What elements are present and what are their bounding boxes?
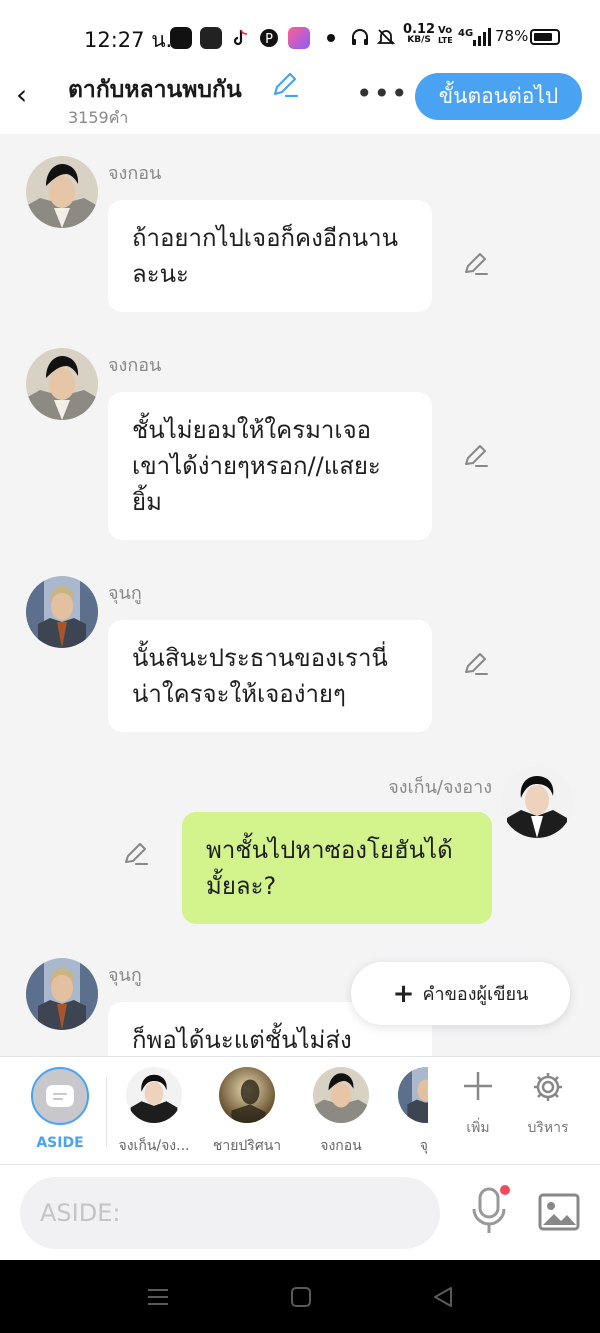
divider <box>106 1077 107 1147</box>
back-nav-icon[interactable] <box>430 1284 456 1310</box>
manage-button[interactable]: บริหาร <box>518 1069 578 1139</box>
next-step-button[interactable]: ขั้นตอนต่อไป <box>415 73 582 120</box>
character-joongoo[interactable]: จุ <box>398 1067 428 1157</box>
edit-message-icon[interactable] <box>462 650 490 678</box>
svg-text:P: P <box>265 32 273 47</box>
mute-bell-icon <box>376 29 396 45</box>
plus-icon <box>464 1072 492 1100</box>
message-bubble[interactable]: ชั้นไม่ยอมให้ใครมาเจอเขาได้ง่ายๆหรอก//แส… <box>108 392 432 540</box>
edit-title-icon[interactable] <box>270 70 300 100</box>
microphone-icon[interactable] <box>468 1185 512 1237</box>
character-avatar <box>219 1067 275 1123</box>
avatar-joongoo[interactable] <box>26 958 98 1030</box>
image-icon[interactable] <box>536 1189 582 1235</box>
input-area <box>0 1164 600 1260</box>
signal-icon <box>473 28 491 46</box>
sender-name: จงกอน <box>108 163 162 184</box>
aside-bubble-icon <box>46 1085 74 1107</box>
status-time: 12:27 น. <box>84 28 173 52</box>
add-label: เพิ่ม <box>466 1120 490 1136</box>
avatar-joongoo[interactable] <box>26 576 98 648</box>
aside-avatar <box>31 1067 89 1125</box>
net-speed-unit: KB/S <box>407 35 431 45</box>
chat-area[interactable]: จงกอน ถ้าอยากไปเจอก็คงอีกนานละนะ จงกอน ช… <box>0 134 600 1056</box>
author-note-button[interactable]: + คำของผู้เขียน <box>351 962 570 1025</box>
avatar-jonggon[interactable] <box>26 348 98 420</box>
character-label: จงกอน <box>320 1138 362 1154</box>
back-icon[interactable]: ‹ <box>16 80 40 110</box>
tiktok-app-icon <box>233 29 248 46</box>
manage-label: บริหาร <box>527 1120 569 1136</box>
character-aside[interactable]: ASIDE <box>15 1067 105 1151</box>
line-app-icon <box>170 27 192 49</box>
character-label: จุ <box>419 1138 428 1154</box>
character-avatar <box>313 1067 369 1123</box>
gear-icon <box>534 1073 562 1101</box>
avatar-jonggon[interactable] <box>26 156 98 228</box>
headphone-icon <box>352 29 368 45</box>
status-bar: 12:27 น. P 0.12 KB/S Vo LTE 4G 78% <box>0 0 600 70</box>
volte-indicator: Vo LTE <box>438 26 453 46</box>
message-bubble[interactable]: พาชั้นไปหาซองโยฮันได้มั้ยละ? <box>182 812 492 924</box>
sender-name: จุนกู <box>108 583 142 604</box>
system-navigation-bar <box>0 1260 600 1333</box>
character-jonggen[interactable]: จงเก็น/จง... <box>109 1067 199 1157</box>
home-nav-icon[interactable] <box>288 1284 314 1310</box>
shopee-app-icon <box>200 27 222 49</box>
sender-name: จงกอน <box>108 355 162 376</box>
notification-dot-icon <box>327 34 335 42</box>
pinterest-app-icon: P <box>260 29 278 47</box>
sender-name: จงเก็น/จงอาง <box>388 777 492 798</box>
signal-label: 4G <box>458 28 474 39</box>
net-speed: 0.12 KB/S <box>403 22 436 46</box>
more-options-icon[interactable]: ••• <box>356 80 409 108</box>
word-count: 3159คำ <box>68 108 129 127</box>
author-note-label: คำของผู้เขียน <box>422 984 529 1005</box>
volte-bottom: LTE <box>438 36 453 45</box>
character-mystery-man[interactable]: ชายปริศนา <box>202 1067 292 1157</box>
header: ‹ ตากับหลานพบกัน 3159คำ ••• ขั้นตอนต่อไป <box>0 70 600 134</box>
battery-percent: 78% <box>495 27 529 45</box>
character-avatar <box>126 1067 182 1123</box>
add-character-button[interactable]: เพิ่ม <box>448 1069 508 1139</box>
character-bar: ASIDE จงเก็น/จง... ชายปริศนา จงกอน จุ เพ… <box>0 1056 600 1164</box>
character-avatar <box>398 1067 428 1123</box>
sender-name: จุนกู <box>108 965 142 986</box>
avatar-jonggen[interactable] <box>501 766 573 838</box>
message-bubble[interactable]: นั้นสินะประธานของเรานี่น่าใครจะให้เจอง่า… <box>108 620 432 732</box>
menu-nav-icon[interactable] <box>145 1284 171 1310</box>
edit-message-icon[interactable] <box>462 442 490 470</box>
character-jonggon[interactable]: จงกอน <box>296 1067 386 1157</box>
battery-icon <box>530 29 560 45</box>
edit-message-icon[interactable] <box>462 250 490 278</box>
character-label: จงเก็น/จง... <box>118 1138 190 1154</box>
plus-icon: + <box>392 978 415 1009</box>
story-title: ตากับหลานพบกัน <box>68 77 242 103</box>
character-label: ชายปริศนา <box>212 1138 282 1154</box>
edit-message-icon[interactable] <box>122 840 150 868</box>
volte-top: Vo <box>438 25 453 36</box>
message-bubble[interactable]: ถ้าอยากไปเจอก็คงอีกนานละนะ <box>108 200 432 312</box>
character-label: ASIDE <box>36 1135 84 1151</box>
gallery-app-icon <box>288 27 310 49</box>
net-speed-value: 0.12 <box>403 22 436 37</box>
aside-input[interactable] <box>20 1177 440 1249</box>
